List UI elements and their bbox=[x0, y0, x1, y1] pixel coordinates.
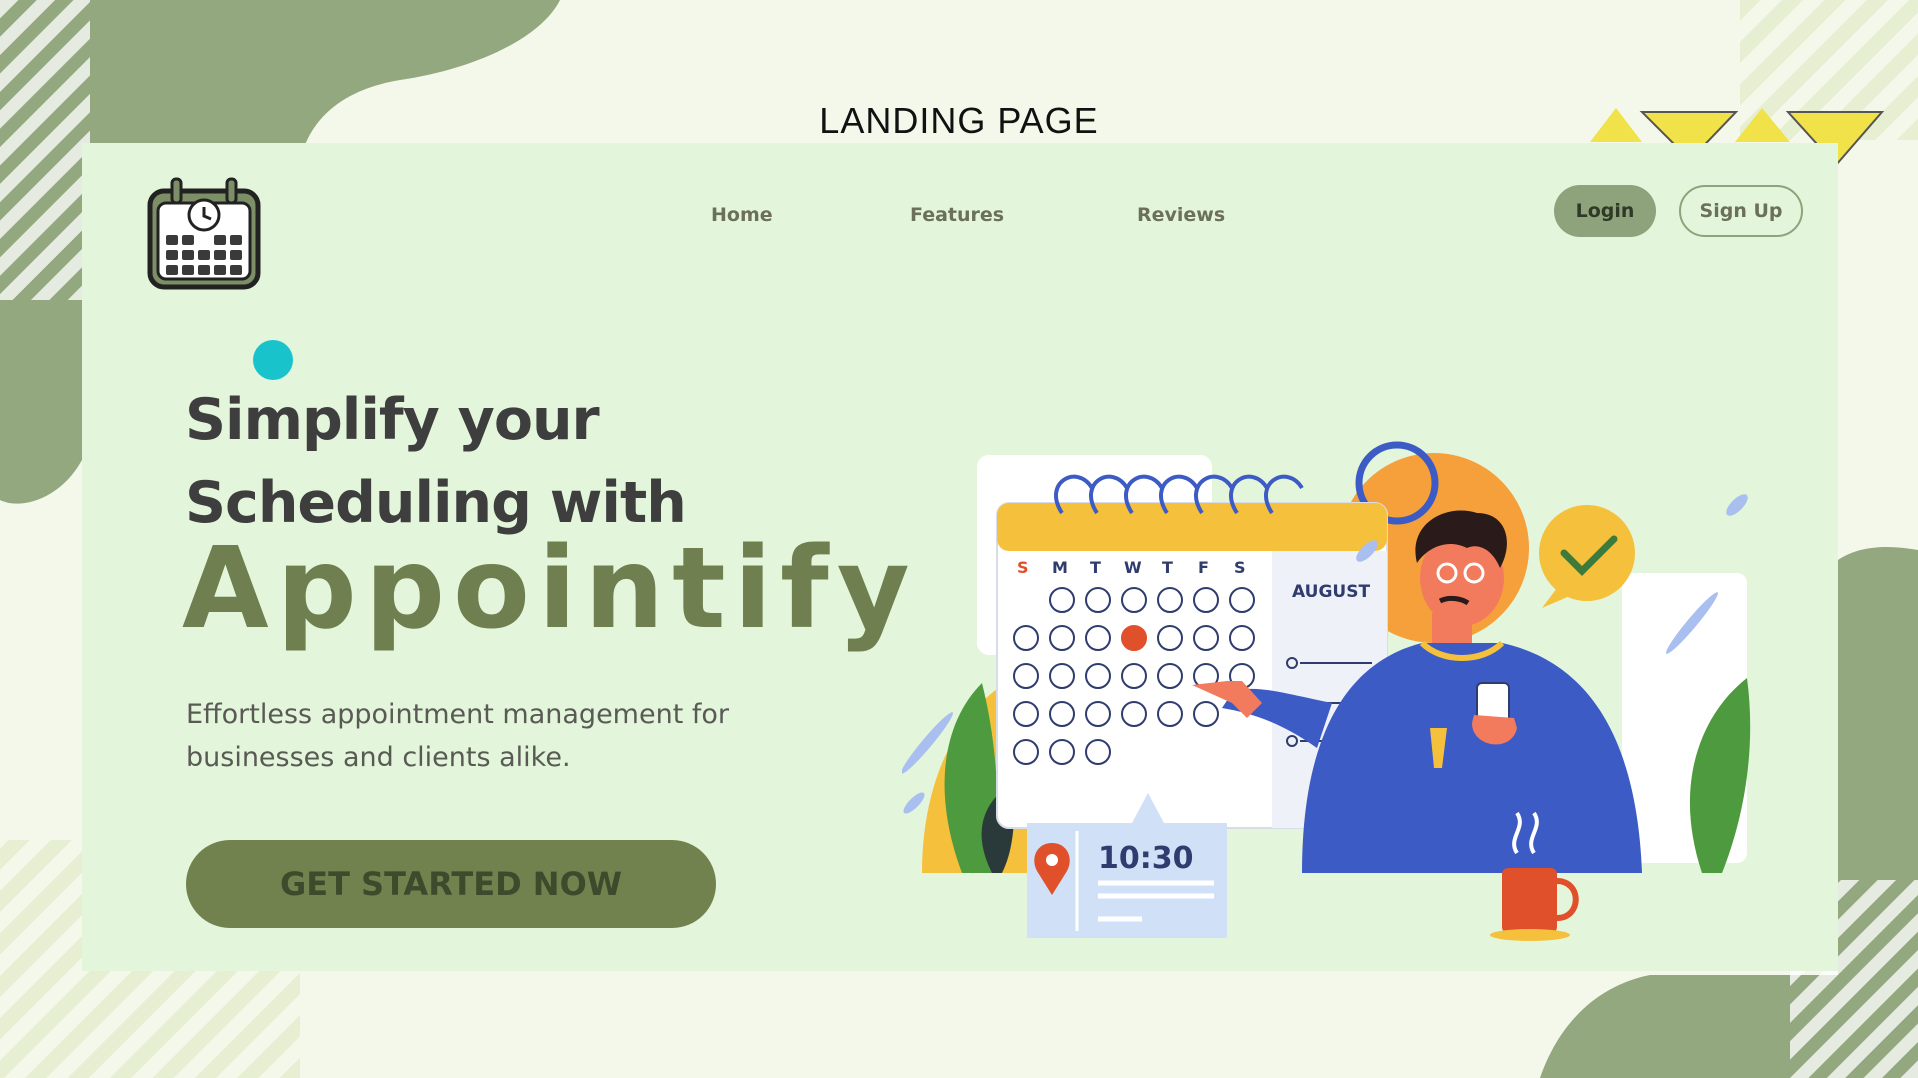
month-label: AUGUST bbox=[1292, 582, 1370, 602]
nav-reviews-link[interactable]: Reviews bbox=[1137, 195, 1225, 235]
subtitle-line-2: businesses and clients alike. bbox=[186, 742, 571, 773]
nav-home-link[interactable]: Home bbox=[711, 195, 773, 235]
login-button[interactable]: Login bbox=[1554, 185, 1656, 237]
weekday-label: S bbox=[1017, 558, 1029, 577]
checkmark-bubble-icon bbox=[1539, 505, 1635, 608]
hero-subtitle: Effortless appointment management for bu… bbox=[186, 693, 826, 779]
scheduling-illustration: S M T W T F S AUGUST 10:30 bbox=[902, 441, 1751, 941]
weekday-label: T bbox=[1162, 558, 1173, 577]
subtitle-line-1: Effortless appointment management for bbox=[186, 699, 730, 730]
landing-page-card: Home Features Reviews Login Sign Up Simp… bbox=[82, 143, 1838, 971]
signup-button[interactable]: Sign Up bbox=[1679, 185, 1803, 237]
weekday-label: S bbox=[1234, 558, 1246, 577]
weekday-label: W bbox=[1124, 558, 1142, 577]
appointment-time: 10:30 bbox=[1098, 841, 1194, 876]
hero-headline: Simplify your Scheduling with bbox=[185, 379, 687, 545]
headline-line-1: Simplify your bbox=[185, 387, 600, 453]
get-started-button[interactable]: GET STARTED NOW bbox=[186, 840, 716, 928]
slide-title: LANDING PAGE bbox=[819, 100, 1099, 141]
decorative-dot bbox=[253, 340, 293, 380]
brand-name: Appointify bbox=[182, 524, 918, 654]
weekday-label: T bbox=[1090, 558, 1101, 577]
weekday-label: F bbox=[1198, 558, 1209, 577]
selected-day-marker bbox=[1121, 625, 1147, 651]
nav-features-link[interactable]: Features bbox=[910, 195, 1004, 235]
weekday-label: M bbox=[1052, 558, 1068, 577]
